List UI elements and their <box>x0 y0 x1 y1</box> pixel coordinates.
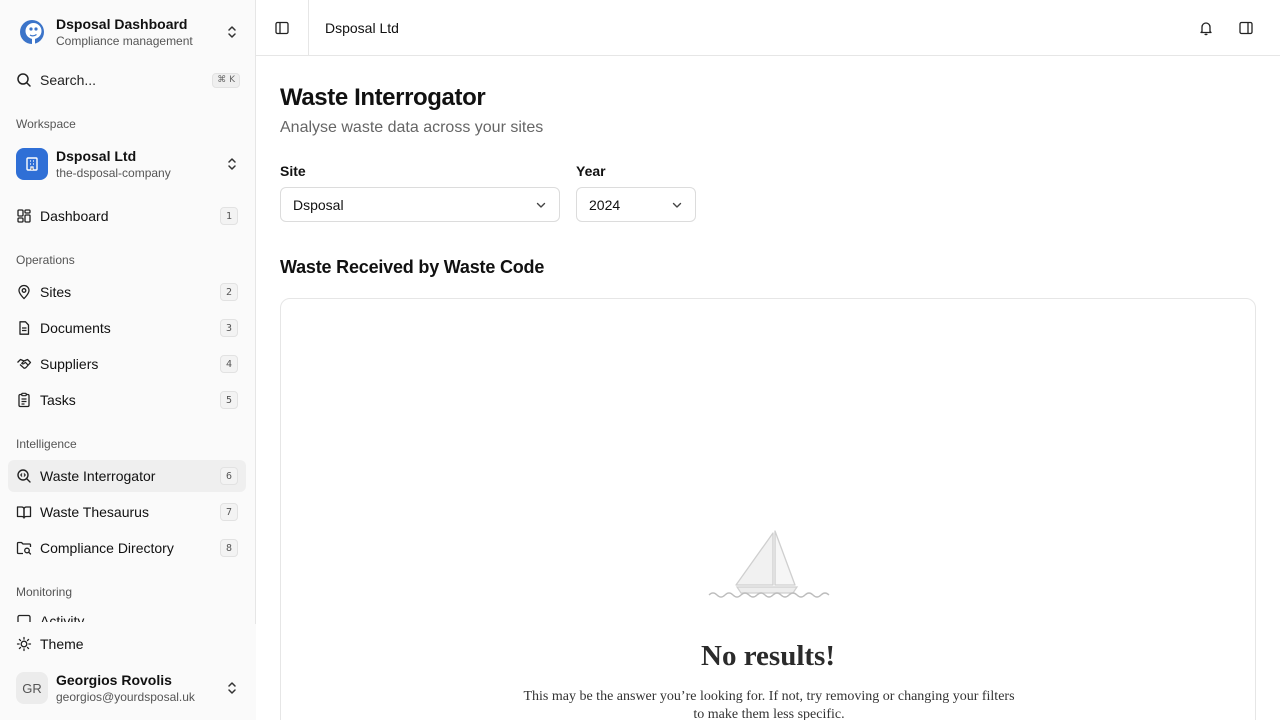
workspace-slug: the-dsposal-company <box>56 165 171 180</box>
sidebar-item-activity[interactable]: Activity <box>8 610 246 622</box>
sidebar-item-label: Documents <box>40 320 111 336</box>
sidebar-item-dashboard[interactable]: Dashboard 1 <box>8 200 246 232</box>
empty-state-description: This may be the answer you’re looking fo… <box>523 689 1015 720</box>
sidebar-item-tasks[interactable]: Tasks 5 <box>8 384 246 416</box>
search-label: Search... <box>40 72 97 88</box>
search-code-icon <box>16 468 32 484</box>
sun-icon <box>16 636 32 652</box>
page-title: Waste Interrogator <box>280 84 486 111</box>
right-panel-toggle-button[interactable] <box>1232 14 1260 42</box>
sidebar-item-label: Tasks <box>40 392 76 408</box>
search-shortcut: ⌘ K <box>212 72 240 88</box>
clipboard-list-icon <box>16 392 32 408</box>
chevron-down-icon <box>671 199 683 211</box>
folder-search-icon <box>16 540 32 556</box>
section-label-monitoring: Monitoring <box>16 585 73 599</box>
year-select-value: 2024 <box>589 196 621 213</box>
app-name: Dsposal Dashboard <box>56 15 188 32</box>
shortcut-badge: 4 <box>220 355 238 373</box>
site-select-value: Dsposal <box>293 196 344 213</box>
user-name: Georgios Rovolis <box>56 671 172 688</box>
notifications-button[interactable] <box>1192 14 1220 42</box>
workspace-switcher[interactable]: Dsposal Ltd the-dsposal-company <box>8 140 248 188</box>
panel-left-icon <box>275 21 289 34</box>
shortcut-badge: 3 <box>220 319 238 337</box>
site-select[interactable]: Dsposal <box>280 187 560 222</box>
site-label: Site <box>280 163 306 179</box>
shortcut-badge: 1 <box>220 207 238 225</box>
sidebar-footer: Theme GR Georgios Rovolis georgios@yourd… <box>0 624 256 720</box>
sidebar-item-label: Sites <box>40 284 72 300</box>
search-icon <box>16 72 32 88</box>
section-title: Waste Received by Waste Code <box>280 257 545 277</box>
building-icon <box>16 148 48 180</box>
year-select[interactable]: 2024 <box>576 187 696 222</box>
section-label-operations: Operations <box>16 253 75 267</box>
shortcut-badge: 5 <box>220 391 238 409</box>
sidebar-item-waste-interrogator[interactable]: Waste Interrogator 6 <box>8 460 246 492</box>
sidebar-item-label: Dashboard <box>40 208 109 224</box>
chevron-down-icon <box>535 199 547 211</box>
sidebar-item-label: Activity <box>40 613 85 622</box>
map-pin-icon <box>16 284 32 300</box>
section-label-workspace: Workspace <box>16 117 76 131</box>
sidebar-item-label: Waste Thesaurus <box>40 504 149 520</box>
sidebar-item-label: Waste Interrogator <box>40 468 156 484</box>
sidebar: Dsposal Dashboard Compliance management … <box>0 0 256 720</box>
page-subtitle: Analyse waste data across your sites <box>280 119 544 136</box>
shortcut-badge: 6 <box>220 467 238 485</box>
handshake-icon <box>16 356 32 372</box>
panel-right-icon <box>1239 21 1253 34</box>
sidebar-toggle-button[interactable] <box>268 14 296 42</box>
results-card: No results! This may be the answer you’r… <box>280 298 1256 720</box>
layout-dashboard-icon <box>16 208 32 224</box>
book-open-icon <box>16 504 32 520</box>
user-email: georgios@yourdsposal.uk <box>56 689 195 704</box>
activity-icon <box>16 613 32 622</box>
breadcrumb[interactable]: Dsposal Ltd <box>325 20 399 36</box>
sidebar-item-suppliers[interactable]: Suppliers 4 <box>8 348 246 380</box>
sidebar-item-label: Compliance Directory <box>40 540 174 556</box>
avatar: GR <box>16 672 48 704</box>
sidebar-item-waste-thesaurus[interactable]: Waste Thesaurus 7 <box>8 496 246 528</box>
theme-toggle[interactable]: Theme <box>8 628 246 660</box>
sidebar-item-documents[interactable]: Documents 3 <box>8 312 246 344</box>
sailboat-icon <box>707 529 831 606</box>
app-switcher[interactable]: Dsposal Dashboard Compliance management <box>8 8 248 56</box>
search-button[interactable]: Search... ⌘ K <box>8 64 248 96</box>
header-divider <box>308 0 309 56</box>
sidebar-item-sites[interactable]: Sites 2 <box>8 276 246 308</box>
chevrons-up-down-icon <box>224 24 240 40</box>
sidebar-item-label: Suppliers <box>40 356 99 372</box>
shortcut-badge: 2 <box>220 283 238 301</box>
year-label: Year <box>576 163 606 179</box>
top-bar: Dsposal Ltd <box>256 0 1280 56</box>
file-text-icon <box>16 320 32 336</box>
shortcut-badge: 7 <box>220 503 238 521</box>
empty-state-title: No results! <box>701 640 835 672</box>
bell-icon <box>1200 21 1212 35</box>
workspace-name: Dsposal Ltd <box>56 147 137 164</box>
chevrons-up-down-icon <box>224 680 240 696</box>
theme-label: Theme <box>40 636 84 652</box>
app-logo-icon <box>16 16 48 48</box>
user-menu[interactable]: GR Georgios Rovolis georgios@yourdsposal… <box>8 664 248 712</box>
sidebar-item-compliance-directory[interactable]: Compliance Directory 8 <box>8 532 246 564</box>
shortcut-badge: 8 <box>220 539 238 557</box>
chevrons-up-down-icon <box>224 156 240 172</box>
app-subtitle: Compliance management <box>56 33 193 48</box>
section-label-intelligence: Intelligence <box>16 437 77 451</box>
